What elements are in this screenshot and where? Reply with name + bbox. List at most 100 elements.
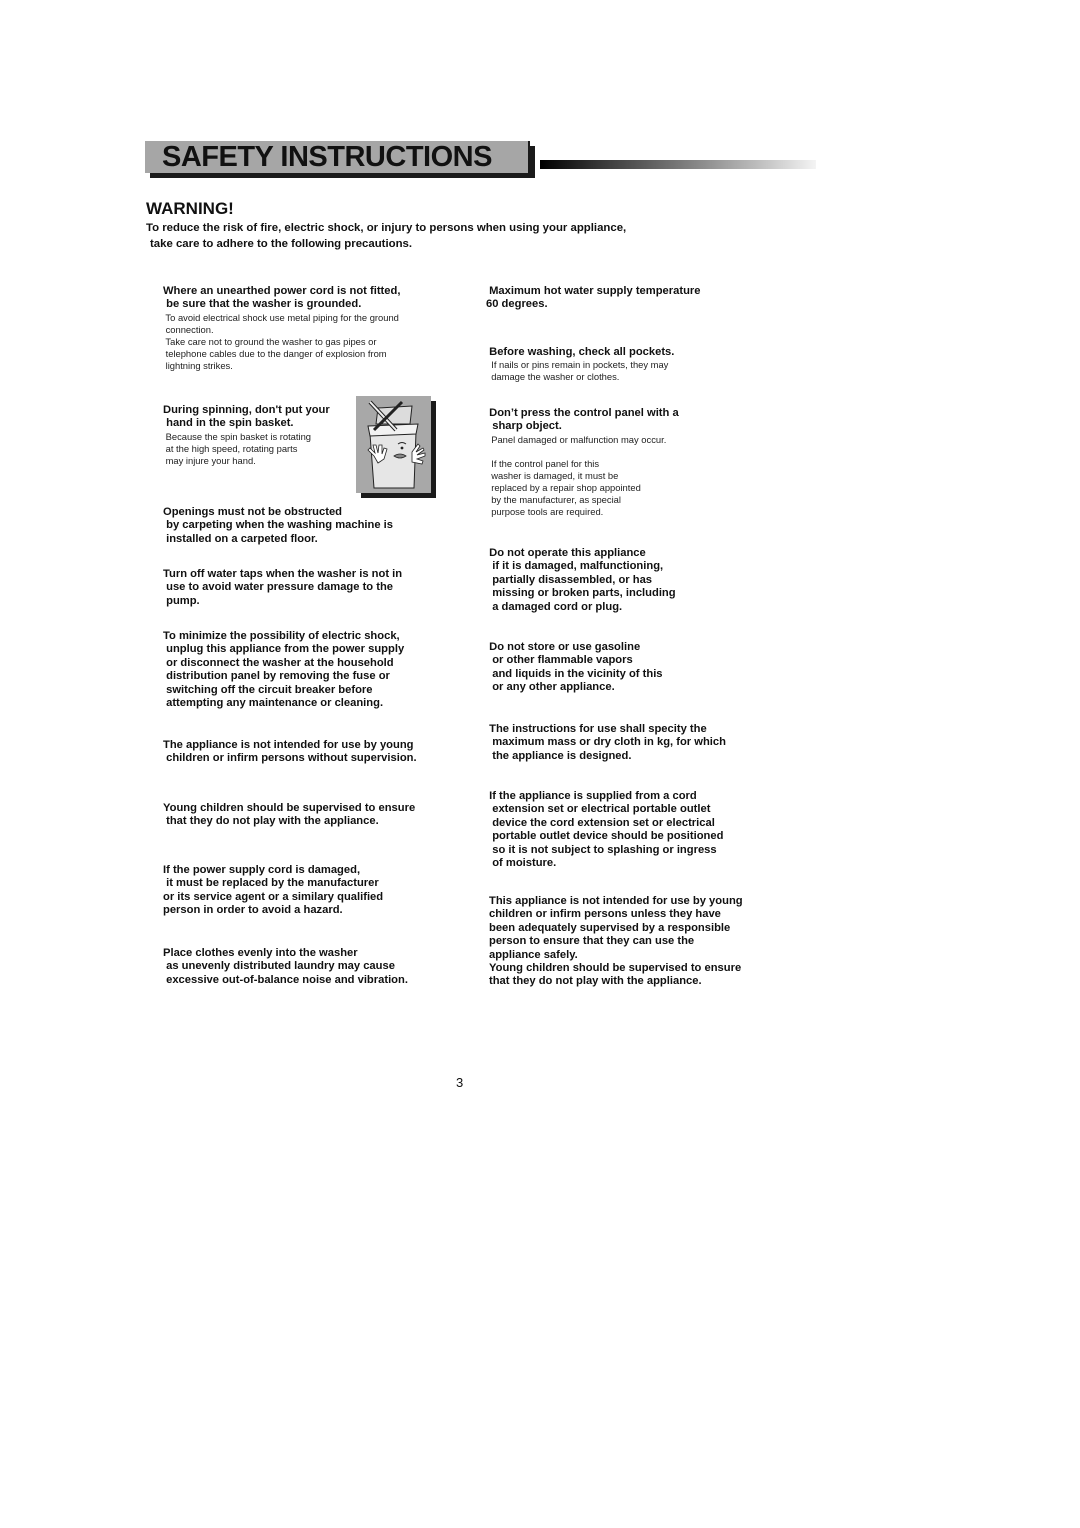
safety-item-grounding: Where an unearthed power cord is not fit… bbox=[163, 285, 400, 372]
safety-item-damaged-appliance: Do not operate this appliance if it is d… bbox=[486, 547, 676, 614]
item-heading-line: Turn off water taps when the washer is n… bbox=[163, 568, 403, 580]
safety-item-not-for-children: The appliance is not intended for use by… bbox=[163, 739, 417, 766]
item-heading-line: of moisture. bbox=[486, 857, 557, 870]
warning-heading: WARNING! bbox=[146, 199, 234, 218]
item-heading-line: If the power supply cord is damaged, bbox=[163, 864, 361, 876]
item-heading-line: children or infirm persons unless they h… bbox=[489, 908, 721, 921]
page-number: 3 bbox=[456, 1075, 464, 1090]
item-heading-line: a damaged cord or plug. bbox=[486, 600, 623, 613]
item-heading-line: 60 degrees. bbox=[486, 298, 548, 311]
item-heading-line: person to ensure that they can use the bbox=[489, 935, 695, 948]
title-gradient-rule bbox=[540, 160, 816, 169]
item-detail-line: If the control panel for this bbox=[486, 457, 600, 469]
item-detail-line: telephone cables due to the danger of ex… bbox=[163, 347, 387, 359]
safety-item-electric-shock: To minimize the possibility of electric … bbox=[163, 630, 404, 710]
item-heading-line: as unevenly distributed laundry may caus… bbox=[163, 960, 395, 973]
safety-item-water-taps: Turn off water taps when the washer is n… bbox=[163, 568, 402, 608]
item-heading-line: or any other appliance. bbox=[486, 681, 615, 694]
item-heading-line: Where an unearthed power cord is not fit… bbox=[163, 285, 401, 297]
safety-item-spin-basket: During spinning, don't put your hand in … bbox=[163, 404, 330, 467]
item-heading-line: Do not store or use gasoline bbox=[486, 641, 641, 653]
item-detail-line: To avoid electrical shock use metal pipi… bbox=[163, 311, 399, 323]
safety-item-extension-cord: If the appliance is supplied from a cord… bbox=[486, 790, 723, 870]
safety-item-supervision: This appliance is not intended for use b… bbox=[489, 895, 743, 989]
item-detail-line: washer is damaged, it must be bbox=[486, 469, 619, 481]
item-heading-line: been adequately supervised by a responsi… bbox=[489, 921, 731, 934]
safety-item-flammables: Do not store or use gasoline or other fl… bbox=[486, 641, 663, 695]
page-title: SAFETY INSTRUCTIONS bbox=[162, 141, 492, 173]
item-heading-line: Maximum hot water supply temperature bbox=[486, 285, 701, 297]
item-heading-line: children or infirm persons without super… bbox=[163, 752, 417, 765]
safety-item-hot-water: Maximum hot water supply temperature 60 d… bbox=[486, 285, 700, 312]
item-detail-line: Because the spin basket is rotating bbox=[163, 430, 312, 442]
item-heading-line: if it is damaged, malfunctioning, bbox=[486, 560, 664, 573]
item-heading-line: The instructions for use shall specity t… bbox=[486, 723, 707, 735]
item-heading-line: or disconnect the washer at the househol… bbox=[163, 656, 394, 669]
item-heading-line: that they do not play with the appliance… bbox=[163, 815, 379, 828]
safety-item-openings: Openings must not be obstructed by carpe… bbox=[163, 506, 393, 546]
item-detail-line: damage the washer or clothes. bbox=[486, 371, 620, 383]
item-heading-line: missing or broken parts, including bbox=[486, 587, 676, 600]
item-detail-line: If nails or pins remain in pockets, they… bbox=[486, 359, 669, 371]
item-heading-line: This appliance is not intended for use b… bbox=[489, 895, 743, 907]
item-heading-line: use to avoid water pressure damage to th… bbox=[163, 581, 394, 594]
item-heading-line: maximum mass or dry cloth in kg, for whi… bbox=[486, 736, 726, 749]
item-heading-line: Before washing, check all pockets. bbox=[486, 346, 675, 358]
item-detail-line: purpose tools are required. bbox=[486, 505, 604, 517]
warning-intro-line: take care to adhere to the following pre… bbox=[150, 238, 413, 250]
item-heading-line: the appliance is designed. bbox=[486, 749, 632, 762]
item-heading-line: distribution panel by removing the fuse … bbox=[163, 670, 390, 683]
item-heading-line: partially disassembled, or has bbox=[486, 573, 653, 586]
item-heading-line: portable outlet device should be positio… bbox=[486, 830, 724, 843]
item-heading-line: Young children should be supervised to e… bbox=[489, 962, 742, 975]
item-heading-line: If the appliance is supplied from a cord bbox=[486, 790, 697, 802]
item-heading-line: by carpeting when the washing machine is bbox=[163, 519, 394, 532]
item-heading-line: appliance safely. bbox=[489, 948, 578, 961]
item-heading-line: Don’t press the control panel with a bbox=[486, 407, 679, 419]
item-heading-line: attempting any maintenance or cleaning. bbox=[163, 697, 384, 710]
item-heading-line: it must be replaced by the manufacturer bbox=[163, 877, 379, 890]
safety-item-control-panel: Don’t press the control panel with a sha… bbox=[486, 407, 679, 518]
item-heading-line: installed on a carpeted floor. bbox=[163, 532, 318, 545]
item-heading-line: device the cord extension set or electri… bbox=[486, 816, 715, 829]
item-heading-line: that they do not play with the appliance… bbox=[489, 975, 702, 988]
item-heading-line: Young children should be supervised to e… bbox=[163, 802, 416, 814]
item-heading-line: switching off the circuit breaker before bbox=[163, 683, 373, 696]
item-heading-line: hand in the spin basket. bbox=[163, 417, 294, 430]
item-detail-line: Panel damaged or malfunction may occur. bbox=[486, 433, 667, 445]
safety-item-check-pockets: Before washing, check all pockets. If na… bbox=[486, 346, 674, 383]
item-heading-line: The appliance is not intended for use by… bbox=[163, 739, 414, 751]
safety-item-supervise-children: Young children should be supervised to e… bbox=[163, 802, 415, 829]
item-heading-line: or other flammable vapors bbox=[486, 654, 633, 667]
item-heading-line: Openings must not be obstructed bbox=[163, 506, 343, 518]
item-detail-line: Take care not to ground the washer to ga… bbox=[163, 335, 377, 347]
item-heading-line: unplug this appliance from the power sup… bbox=[163, 643, 405, 656]
item-heading-line: sharp object. bbox=[486, 420, 562, 433]
item-detail-line: by the manufacturer, as special bbox=[486, 493, 621, 505]
item-heading-line: be sure that the washer is grounded. bbox=[163, 298, 362, 311]
safety-item-max-mass: The instructions for use shall specity t… bbox=[486, 723, 726, 763]
safety-item-damaged-cord: If the power supply cord is damaged, it … bbox=[163, 864, 383, 918]
item-heading-line: or its service agent or a similary quali… bbox=[163, 890, 384, 903]
item-detail-line: lightning strikes. bbox=[163, 359, 233, 371]
item-heading-line: pump. bbox=[163, 594, 200, 607]
title-box: SAFETY INSTRUCTIONS bbox=[145, 141, 530, 173]
washer-hand-warning-icon bbox=[356, 396, 436, 498]
item-detail-line: may injure your hand. bbox=[163, 454, 256, 466]
item-heading-line: extension set or electrical portable out… bbox=[486, 803, 711, 816]
warning-intro: To reduce the risk of fire, electric sho… bbox=[146, 220, 626, 252]
item-heading-line: so it is not subject to splashing or ing… bbox=[486, 843, 717, 856]
warning-intro-line: To reduce the risk of fire, electric sho… bbox=[146, 222, 627, 234]
item-detail-line bbox=[486, 446, 679, 458]
item-detail-line: connection. bbox=[163, 323, 214, 335]
section-title-banner: SAFETY INSTRUCTIONS bbox=[145, 141, 535, 178]
item-heading-line: and liquids in the vicinity of this bbox=[486, 667, 663, 680]
item-detail-line: at the high speed, rotating parts bbox=[163, 442, 298, 454]
item-heading-line: Place clothes evenly into the washer bbox=[163, 947, 358, 959]
item-heading-line: excessive out-of-balance noise and vibra… bbox=[163, 973, 408, 986]
item-heading-line: Do not operate this appliance bbox=[486, 547, 646, 559]
item-heading-line: To minimize the possibility of electric … bbox=[163, 630, 400, 642]
item-heading-line: person in order to avoid a hazard. bbox=[163, 904, 343, 917]
item-detail-line: replaced by a repair shop appointed bbox=[486, 481, 641, 493]
safety-item-place-clothes: Place clothes evenly into the washer as … bbox=[163, 947, 408, 987]
